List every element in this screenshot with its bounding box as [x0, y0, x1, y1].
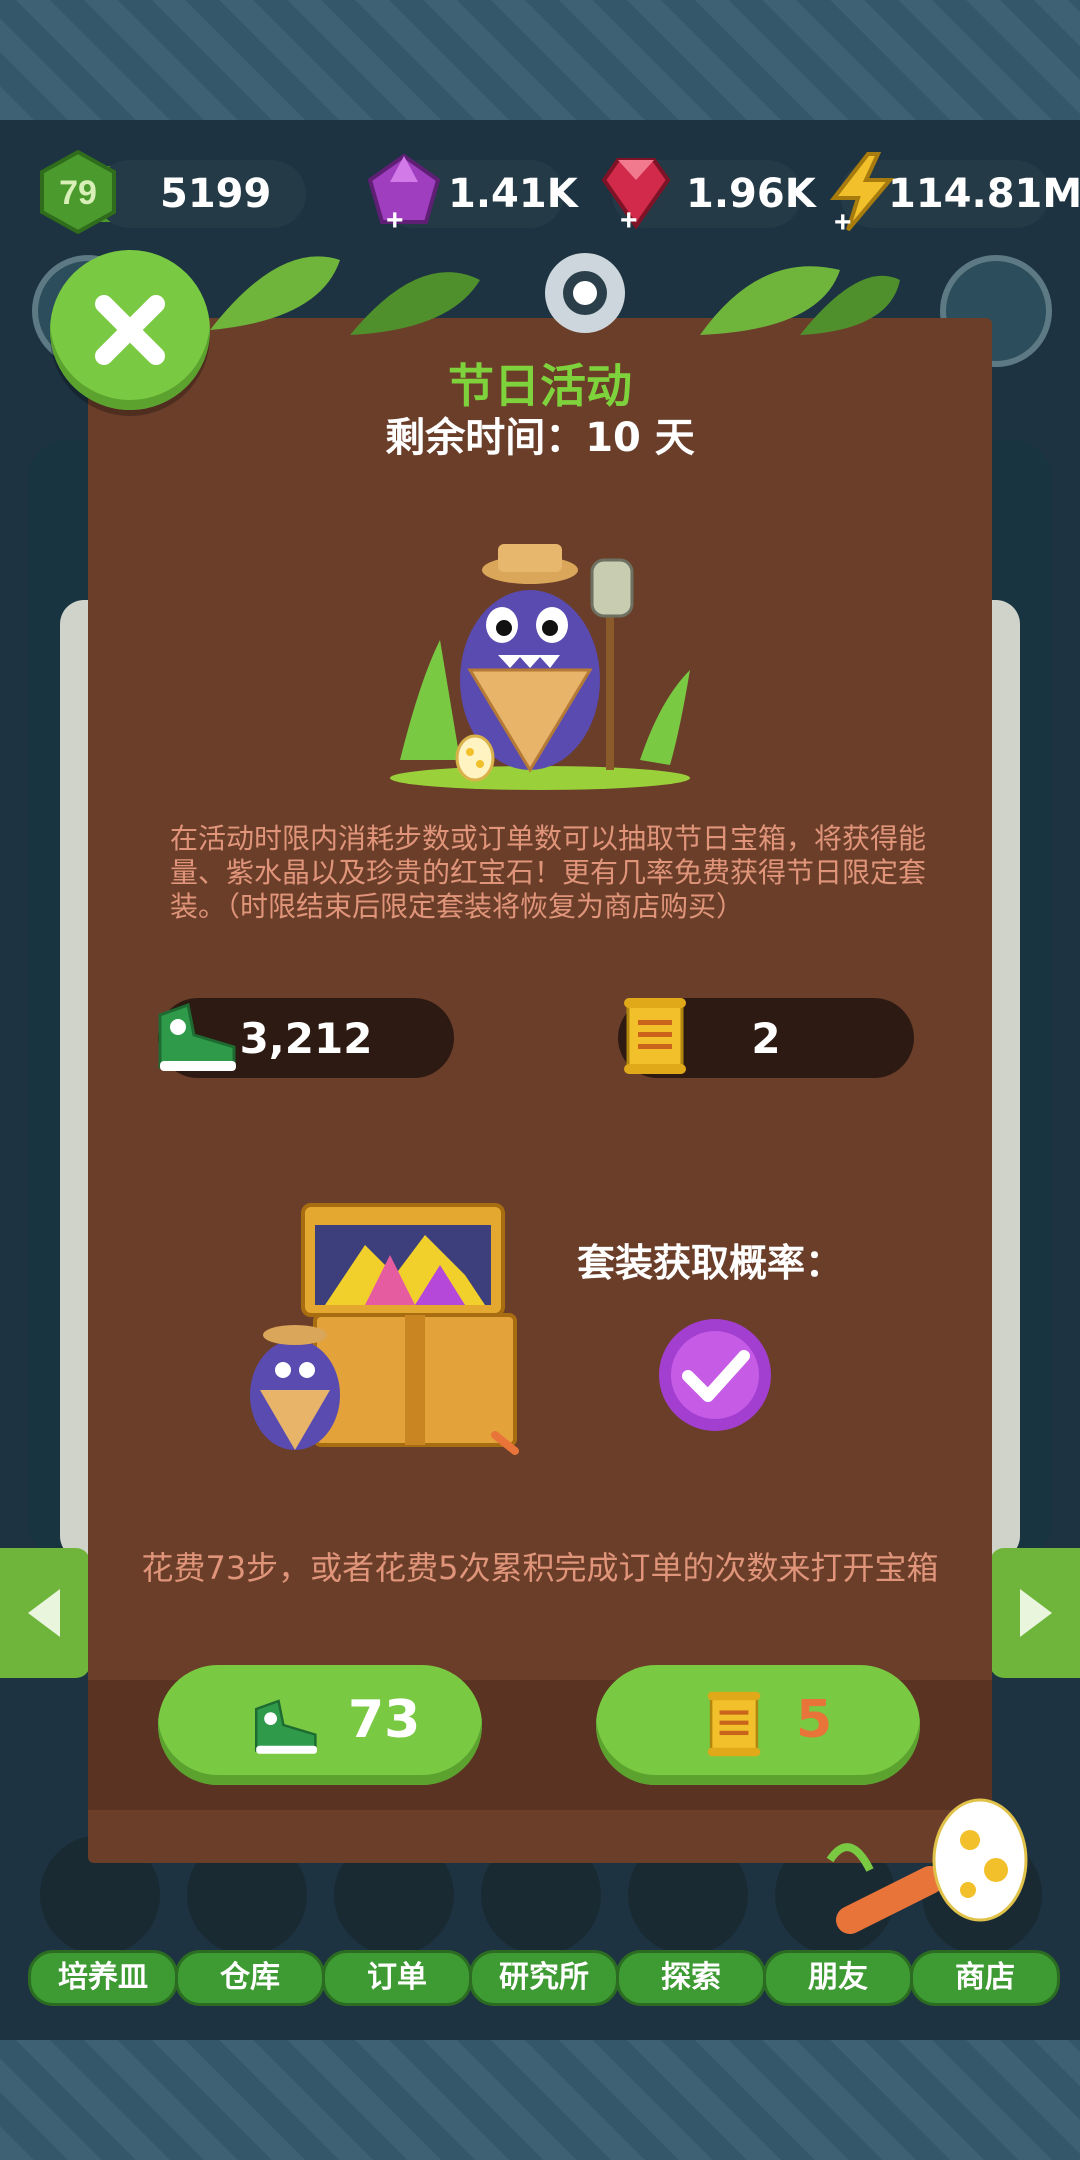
order-scroll-icon	[624, 998, 686, 1074]
step-cost-value: 73	[348, 1690, 421, 1750]
nav-label: 仓库	[175, 1950, 325, 2006]
order-cost-value: 5	[796, 1690, 833, 1750]
steps-resource-pill[interactable]: 5199	[96, 160, 306, 228]
chevron-right-icon	[1020, 1589, 1052, 1637]
svg-text:+: +	[620, 204, 638, 234]
event-description: 在活动时限内消耗步数或订单数可以抽取节日宝箱，将获得能量、紫水晶以及珍贵的红宝石…	[170, 822, 927, 923]
next-arrow-button[interactable]	[990, 1548, 1080, 1678]
egg-carrot-decoration	[826, 1798, 1028, 1934]
open-with-orders-button[interactable]: 5	[596, 1665, 920, 1785]
chest-cost-description: 花费73步，或者花费5次累积完成订单的次数来打开宝箱	[141, 1549, 939, 1587]
open-with-steps-button[interactable]: 73	[158, 1665, 482, 1785]
crystal-icon: +	[367, 153, 441, 234]
orders-balance-value: 2	[751, 1013, 781, 1063]
treasure-chest-illustration	[250, 1203, 519, 1455]
svg-text:+: +	[386, 204, 404, 234]
nav-label: 培养皿	[28, 1950, 178, 2006]
crystal-resource-value: 1.41K	[448, 171, 578, 217]
nav-label: 商店	[910, 1950, 1060, 2006]
ruby-icon: +	[601, 158, 671, 234]
level-badge-icon: 79	[40, 150, 116, 234]
chevron-left-icon	[28, 1589, 60, 1637]
festival-character-illustration	[390, 544, 690, 790]
top-pattern-background	[0, 0, 1080, 120]
bottom-pattern-background	[0, 2040, 1080, 2160]
nav-label: 研究所	[469, 1950, 619, 2006]
steps-resource-value: 5199	[160, 171, 272, 217]
energy-bolt-icon: +	[829, 152, 895, 234]
nav-label: 订单	[322, 1950, 472, 2006]
odds-check-orb-icon	[659, 1319, 771, 1431]
energy-resource-value: 114.81M	[888, 171, 1080, 217]
svg-text:79: 79	[59, 174, 97, 212]
prev-arrow-button[interactable]	[0, 1548, 90, 1678]
sneaker-icon	[158, 1003, 236, 1071]
nav-label: 探索	[616, 1950, 766, 2006]
remaining-time: 剩余时间：10 天	[385, 415, 695, 461]
nav-label: 朋友	[763, 1950, 913, 2006]
steps-balance-value: 3,212	[239, 1013, 373, 1063]
order-scroll-icon	[707, 1691, 761, 1757]
map-pin-icon	[545, 253, 625, 333]
suit-odds-label: 套装获取概率：	[576, 1241, 843, 1285]
svg-text:+: +	[834, 206, 852, 234]
ruby-resource-value: 1.96K	[686, 171, 816, 217]
sneaker-icon	[255, 1699, 317, 1754]
